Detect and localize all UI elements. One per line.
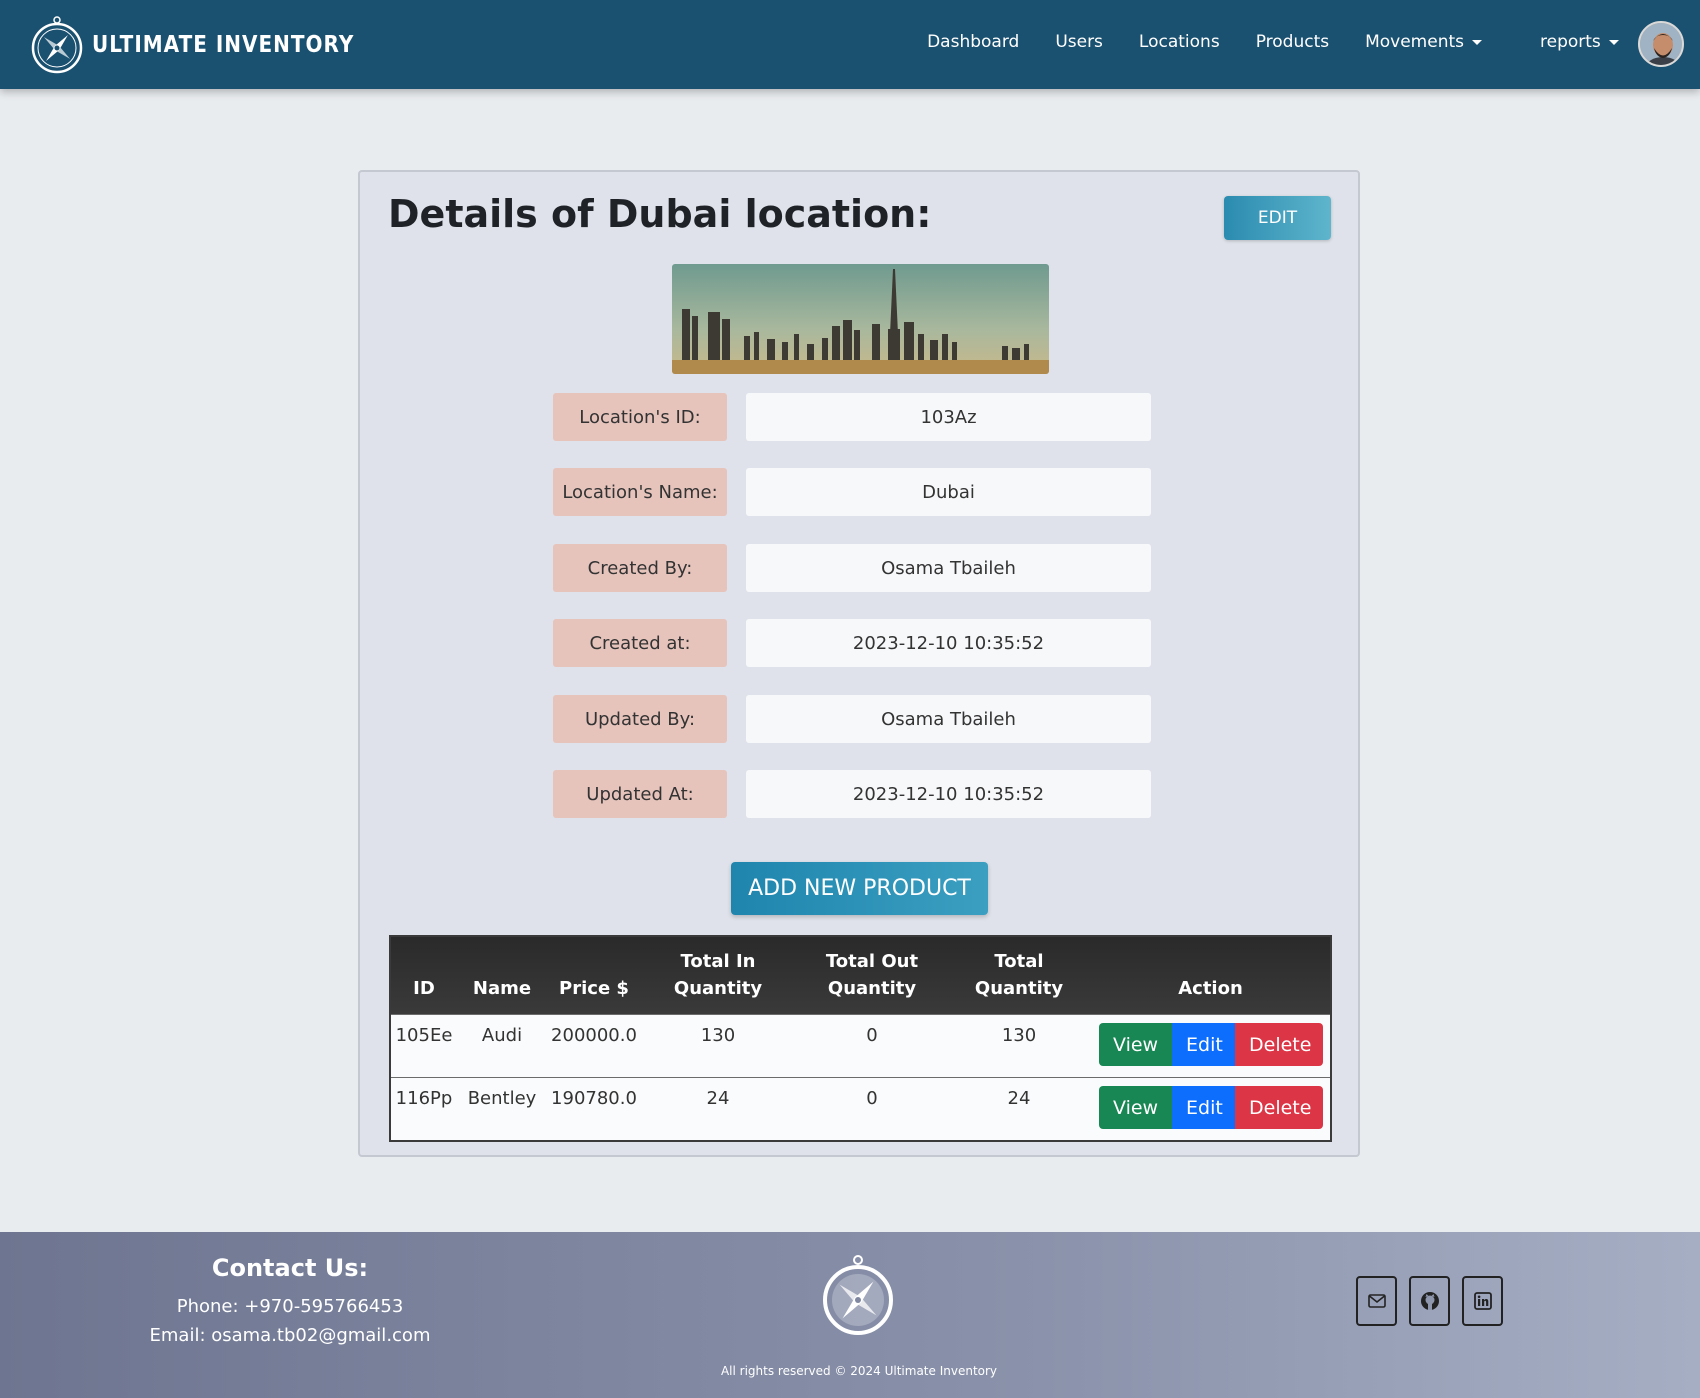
cell-total-in: 130	[700, 1025, 736, 1046]
field-label: Updated At:	[553, 770, 727, 818]
field-label: Created at:	[553, 619, 727, 667]
header-line: Total Out	[825, 951, 919, 972]
nav-reports-label: reports	[1540, 32, 1601, 52]
column-header-id: ID	[413, 978, 435, 999]
delete-button[interactable]: Delete	[1235, 1086, 1323, 1129]
nav-movements-dropdown[interactable]: Movements	[1347, 32, 1500, 52]
cell-total-out: 0	[866, 1088, 878, 1109]
caret-down-icon	[1472, 39, 1482, 45]
header-line: Total	[994, 951, 1044, 972]
nav-reports-dropdown[interactable]: reports	[1522, 32, 1637, 52]
location-details-card: Details of Dubai location: EDIT Location…	[358, 170, 1360, 1157]
city-skyline-image	[672, 264, 1049, 374]
user-avatar-icon	[1640, 23, 1682, 65]
column-header-price: Price $	[559, 978, 629, 999]
cell-name: Bentley	[467, 1088, 537, 1109]
contact-phone: Phone: +970-595766453	[176, 1296, 404, 1317]
column-header-total: Total Quantity	[949, 937, 1089, 1014]
table-row: 105Ee Audi 200000.0 130 0 130 View Edit …	[391, 1014, 1330, 1077]
linkedin-link[interactable]	[1462, 1276, 1503, 1326]
view-button[interactable]: View	[1099, 1023, 1172, 1066]
top-navbar: ULTIMATE INVENTORY Dashboard Users Locat…	[0, 0, 1700, 89]
field-updated-by: Updated By: Osama Tbaileh	[553, 695, 1151, 743]
field-created-at: Created at: 2023-12-10 10:35:52	[553, 619, 1151, 667]
field-value: 2023-12-10 10:35:52	[746, 619, 1151, 667]
field-location-id: Location's ID: 103Az	[553, 393, 1151, 441]
field-value: Osama Tbaileh	[746, 544, 1151, 592]
field-location-name: Location's Name: Dubai	[553, 468, 1151, 516]
column-header-total-in: Total In Quantity	[641, 937, 795, 1014]
brand[interactable]: ULTIMATE INVENTORY	[30, 14, 354, 74]
nav-users[interactable]: Users	[1037, 32, 1121, 52]
column-header-name: Name	[472, 978, 532, 999]
github-link[interactable]	[1409, 1276, 1450, 1326]
location-image	[672, 264, 1049, 374]
field-label: Location's Name:	[553, 468, 727, 516]
products-table: ID Name Price $ Total In Quantity Total O…	[389, 935, 1332, 1142]
nav-movements-label: Movements	[1365, 32, 1464, 52]
row-actions: View Edit Delete	[1099, 1086, 1323, 1129]
delete-button[interactable]: Delete	[1235, 1023, 1323, 1066]
cell-id: 116Pp	[395, 1088, 453, 1109]
field-label: Created By:	[553, 544, 727, 592]
contact-title: Contact Us:	[211, 1254, 369, 1282]
header-line: Quantity	[673, 978, 763, 999]
cell-name: Audi	[481, 1025, 523, 1046]
user-avatar[interactable]	[1638, 21, 1684, 67]
column-header-action: Action	[1178, 978, 1243, 999]
cell-price: 190780.0	[551, 1088, 637, 1109]
envelope-icon	[1367, 1294, 1386, 1308]
field-value: 103Az	[746, 393, 1151, 441]
table-header: ID Name Price $ Total In Quantity Total O…	[391, 937, 1330, 1014]
cell-total-in: 24	[706, 1088, 730, 1109]
linkedin-icon	[1473, 1292, 1492, 1310]
header-line: Quantity	[827, 978, 917, 999]
cell-price: 200000.0	[551, 1025, 637, 1046]
field-value: 2023-12-10 10:35:52	[746, 770, 1151, 818]
compass-logo-icon	[31, 16, 83, 74]
github-icon	[1420, 1292, 1439, 1310]
field-updated-at: Updated At: 2023-12-10 10:35:52	[553, 770, 1151, 818]
cell-total: 24	[1007, 1088, 1031, 1109]
field-value: Osama Tbaileh	[746, 695, 1151, 743]
edit-button[interactable]: Edit	[1172, 1086, 1235, 1129]
edit-button[interactable]: Edit	[1172, 1023, 1235, 1066]
view-button[interactable]: View	[1099, 1086, 1172, 1129]
field-created-by: Created By: Osama Tbaileh	[553, 544, 1151, 592]
header-line: Quantity	[974, 978, 1064, 999]
table-row: 116Pp Bentley 190780.0 24 0 24 View Edit…	[391, 1077, 1330, 1140]
field-value: Dubai	[746, 468, 1151, 516]
email-link[interactable]	[1356, 1276, 1397, 1326]
field-label: Updated By:	[553, 695, 727, 743]
nav-dashboard[interactable]: Dashboard	[909, 32, 1037, 52]
page-title: Details of Dubai location:	[388, 192, 932, 236]
nav-locations[interactable]: Locations	[1121, 32, 1238, 52]
add-new-product-button[interactable]: ADD NEW PRODUCT	[731, 862, 988, 915]
cell-total-out: 0	[866, 1025, 878, 1046]
row-actions: View Edit Delete	[1099, 1023, 1323, 1066]
contact-email: Email: osama.tb02@gmail.com	[149, 1325, 431, 1346]
field-label: Location's ID:	[553, 393, 727, 441]
nav-links: Dashboard Users Locations Products Movem…	[909, 32, 1500, 52]
social-links	[1356, 1276, 1503, 1326]
nav-products[interactable]: Products	[1238, 32, 1347, 52]
copyright-text: All rights reserved © 2024 Ultimate Inve…	[720, 1364, 998, 1378]
cell-id: 105Ee	[395, 1025, 453, 1046]
contact-section: Contact Us: Phone: +970-595766453 Email:…	[140, 1254, 440, 1350]
header-line: Total In	[680, 951, 756, 972]
compass-logo-icon	[823, 1255, 893, 1335]
edit-location-button[interactable]: EDIT	[1224, 196, 1331, 240]
brand-name: ULTIMATE INVENTORY	[92, 30, 355, 58]
column-header-total-out: Total Out Quantity	[795, 937, 949, 1014]
page-footer: Contact Us: Phone: +970-595766453 Email:…	[0, 1232, 1700, 1398]
caret-down-icon	[1608, 39, 1619, 45]
cell-total: 130	[1001, 1025, 1037, 1046]
